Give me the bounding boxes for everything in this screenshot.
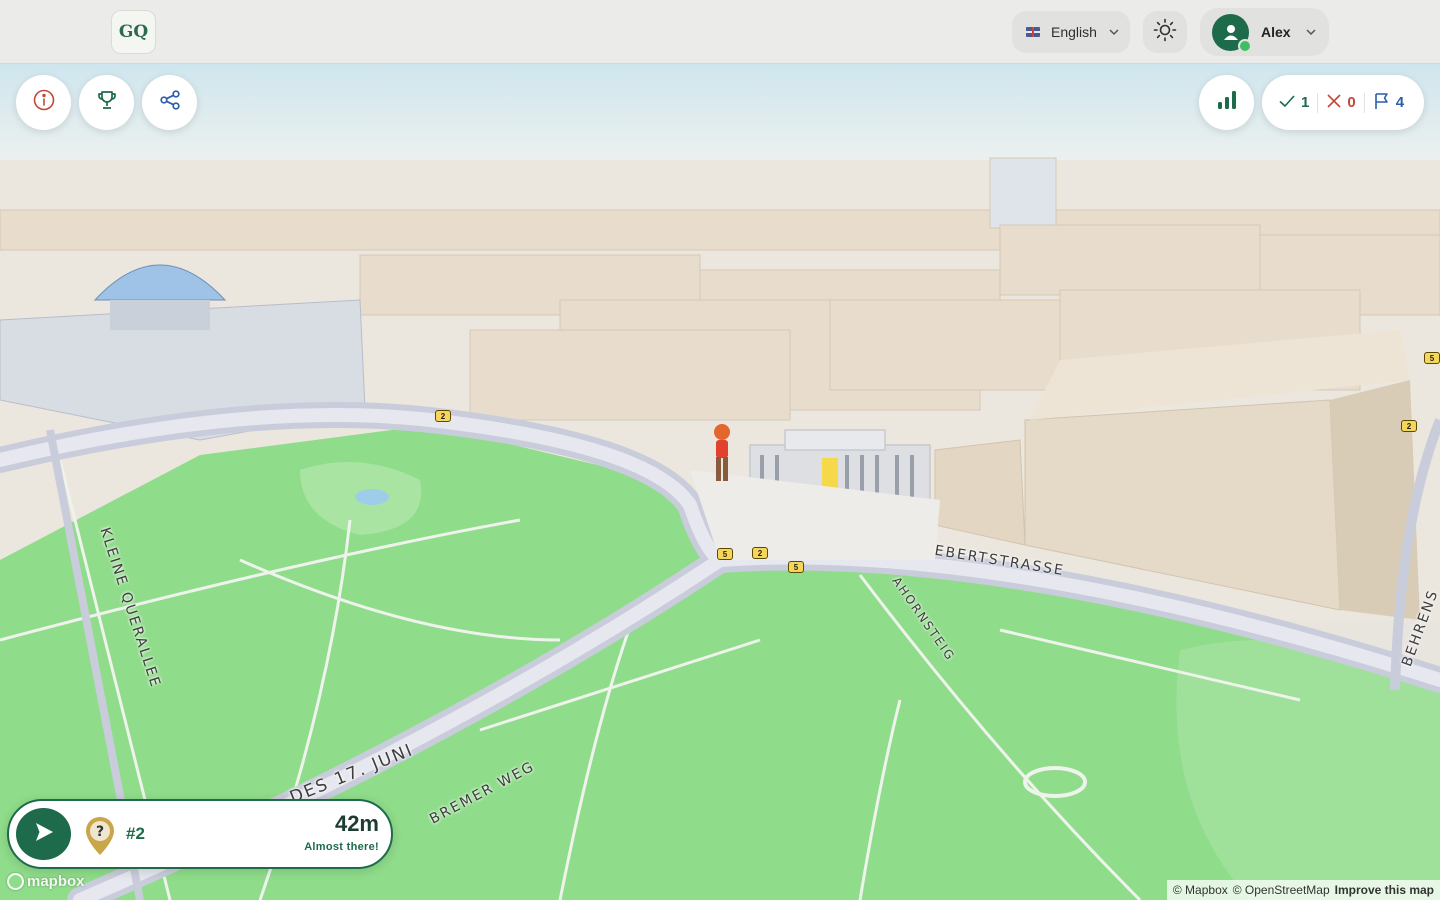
- avatar: [1212, 13, 1252, 53]
- close-icon: [1326, 93, 1342, 113]
- language-label: English: [1051, 24, 1097, 40]
- target-number: #2: [126, 824, 145, 843]
- improve-map-link[interactable]: Improve this map: [1335, 883, 1434, 897]
- road-shield: 5: [788, 561, 804, 573]
- navigate-button[interactable]: [16, 808, 71, 860]
- wrong-value: 0: [1347, 94, 1356, 111]
- stats-button[interactable]: [1199, 75, 1254, 130]
- divider: [1363, 92, 1365, 113]
- navigation-card[interactable]: ? #2 42m Almost there!: [7, 799, 393, 869]
- bar-chart-icon: [1215, 88, 1239, 117]
- flag-value: 4: [1395, 94, 1405, 111]
- chevron-down-icon: [1305, 26, 1317, 38]
- divider: [1317, 92, 1319, 113]
- map-graphic: [0, 64, 1440, 900]
- map-attribution: © Mapbox © OpenStreetMap Improve this ma…: [1166, 880, 1440, 900]
- info-button[interactable]: [16, 75, 71, 130]
- share-button[interactable]: [142, 75, 197, 130]
- wrong-count: 0: [1326, 93, 1356, 113]
- road-shield: 2: [752, 547, 768, 559]
- sun-icon: [1153, 18, 1177, 47]
- correct-value: 1: [1301, 94, 1310, 111]
- chevron-down-icon: [1108, 26, 1120, 38]
- online-status-dot: [1238, 38, 1252, 53]
- road-shield: 5: [1424, 352, 1440, 364]
- check-icon: [1278, 92, 1296, 114]
- top-bar: GQ English Alex: [0, 0, 1440, 64]
- map-canvas[interactable]: KLEINE QUERALLEE EBERTSTRASSE AHORNSTEIG…: [0, 0, 1440, 900]
- user-icon: [1223, 25, 1238, 40]
- road-shield: 5: [717, 548, 733, 560]
- flag-icon: [1373, 92, 1391, 114]
- navigation-arrow-icon: [32, 820, 56, 849]
- info-icon: [32, 88, 56, 117]
- theme-toggle-button[interactable]: [1143, 11, 1187, 53]
- mapbox-attribution-link[interactable]: © Mapbox: [1173, 883, 1228, 897]
- mapbox-wordmark: mapbox: [27, 873, 85, 890]
- distance-value: 42m: [334, 811, 379, 836]
- language-selector[interactable]: English: [1012, 11, 1130, 53]
- uk-flag-icon: [1026, 27, 1040, 37]
- svg-text:?: ?: [96, 824, 104, 840]
- trophy-icon: [95, 88, 119, 117]
- share-icon: [158, 88, 182, 117]
- app-logo[interactable]: GQ: [111, 10, 156, 54]
- correct-count: 1: [1278, 92, 1309, 114]
- road-shield: 2: [1401, 420, 1417, 432]
- user-menu-button[interactable]: Alex: [1200, 8, 1329, 56]
- road-shield: 2: [435, 410, 451, 422]
- user-name: Alex: [1261, 24, 1291, 40]
- question-pin-icon: ?: [84, 816, 116, 856]
- flag-count: 4: [1373, 92, 1404, 114]
- mapbox-icon: [7, 873, 24, 890]
- mapbox-logo[interactable]: mapbox: [7, 873, 85, 890]
- leaderboard-button[interactable]: [79, 75, 134, 130]
- score-summary: 1 0 4: [1262, 75, 1424, 130]
- osm-attribution-link[interactable]: © OpenStreetMap: [1233, 883, 1330, 897]
- proximity-status: Almost there!: [304, 841, 379, 853]
